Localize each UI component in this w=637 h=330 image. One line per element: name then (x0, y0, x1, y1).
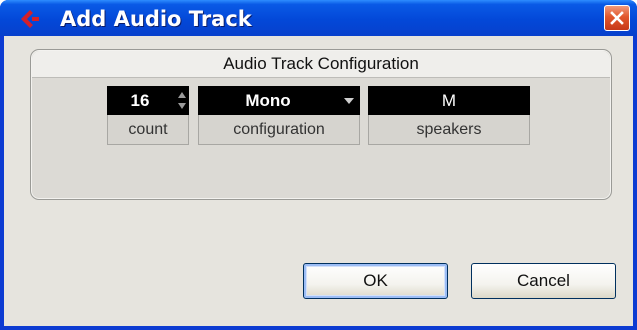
count-label: count (107, 115, 189, 145)
cancel-button[interactable]: Cancel (471, 263, 616, 299)
dialog-body: Audio Track Configuration 16 count Mono … (4, 36, 633, 326)
configuration-label: configuration (198, 115, 360, 145)
dialog-window: Add Audio Track Audio Track Configuratio… (0, 0, 637, 330)
count-spinner[interactable]: 16 (107, 86, 189, 115)
close-button[interactable] (604, 5, 630, 31)
cubase-logo-icon (21, 10, 39, 28)
configuration-value: Mono (245, 91, 291, 110)
chevron-down-icon[interactable] (344, 98, 354, 104)
spinner-arrows-icon[interactable] (177, 89, 187, 112)
window-title: Add Audio Track (60, 7, 252, 31)
close-icon (610, 11, 624, 25)
configuration-dropdown[interactable]: Mono (198, 86, 360, 115)
ok-button[interactable]: OK (303, 263, 448, 299)
speakers-label: speakers (368, 115, 530, 145)
title-bar[interactable]: Add Audio Track (0, 0, 637, 36)
count-value: 16 (130, 91, 150, 110)
speakers-value: M (368, 86, 530, 115)
audio-track-configuration-panel: Audio Track Configuration 16 count Mono … (30, 49, 612, 200)
panel-title: Audio Track Configuration (32, 51, 610, 78)
